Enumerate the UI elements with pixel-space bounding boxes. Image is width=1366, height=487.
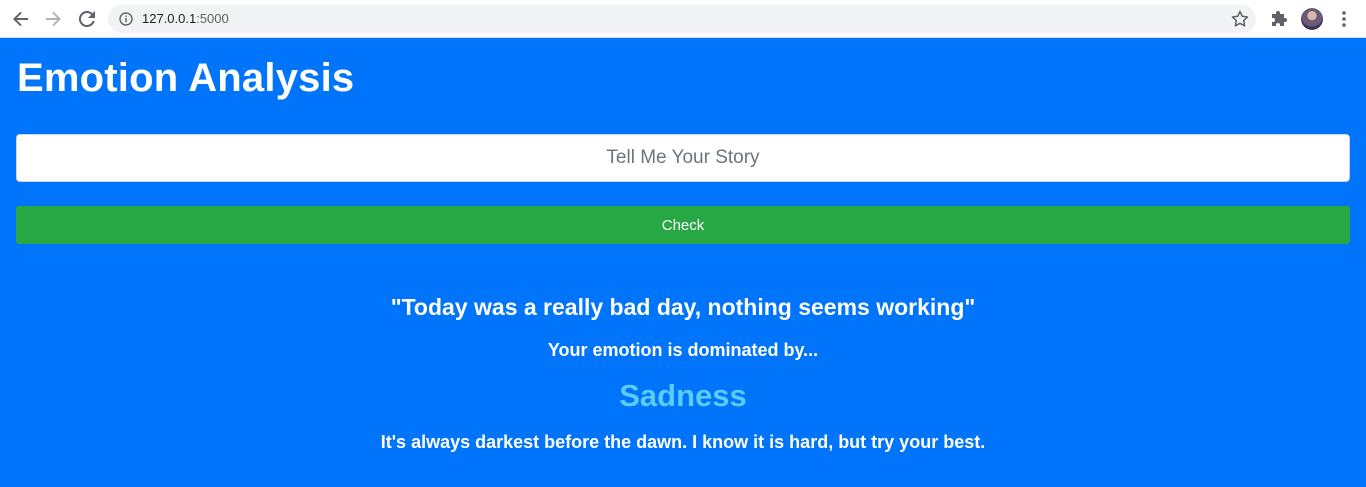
- emotion-result: Sadness: [619, 378, 747, 413]
- star-icon[interactable]: [1230, 9, 1250, 29]
- arrow-left-icon: [13, 11, 28, 27]
- story-input[interactable]: [16, 134, 1350, 182]
- info-icon[interactable]: [119, 12, 133, 26]
- story-quote: "Today was a really bad day, nothing see…: [390, 294, 976, 320]
- forward-button[interactable]: [41, 7, 65, 31]
- url-port: :5000: [196, 11, 229, 26]
- kebab-menu-icon[interactable]: [1336, 9, 1352, 29]
- reload-icon: [78, 10, 95, 27]
- page-title: Emotion Analysis: [17, 56, 355, 100]
- url-host: 127.0.0.1: [142, 11, 197, 26]
- check-button[interactable]: Check: [16, 206, 1350, 244]
- url-text[interactable]: 127.0.0.1:5000: [142, 11, 229, 26]
- browser-toolbar: 127.0.0.1:5000: [0, 0, 1366, 38]
- puzzle-icon[interactable]: [1270, 9, 1290, 29]
- emotion-lead-text: Your emotion is dominated by...: [547, 340, 819, 360]
- back-button[interactable]: [9, 7, 33, 31]
- address-bar[interactable]: 127.0.0.1:5000: [108, 5, 1256, 33]
- advice-text: It's always darkest before the dawn. I k…: [380, 432, 986, 452]
- avatar[interactable]: [1301, 8, 1323, 30]
- reload-button[interactable]: [75, 7, 99, 31]
- arrow-right-icon: [46, 11, 61, 27]
- page-content: Emotion Analysis Check "Today was a real…: [0, 38, 1366, 487]
